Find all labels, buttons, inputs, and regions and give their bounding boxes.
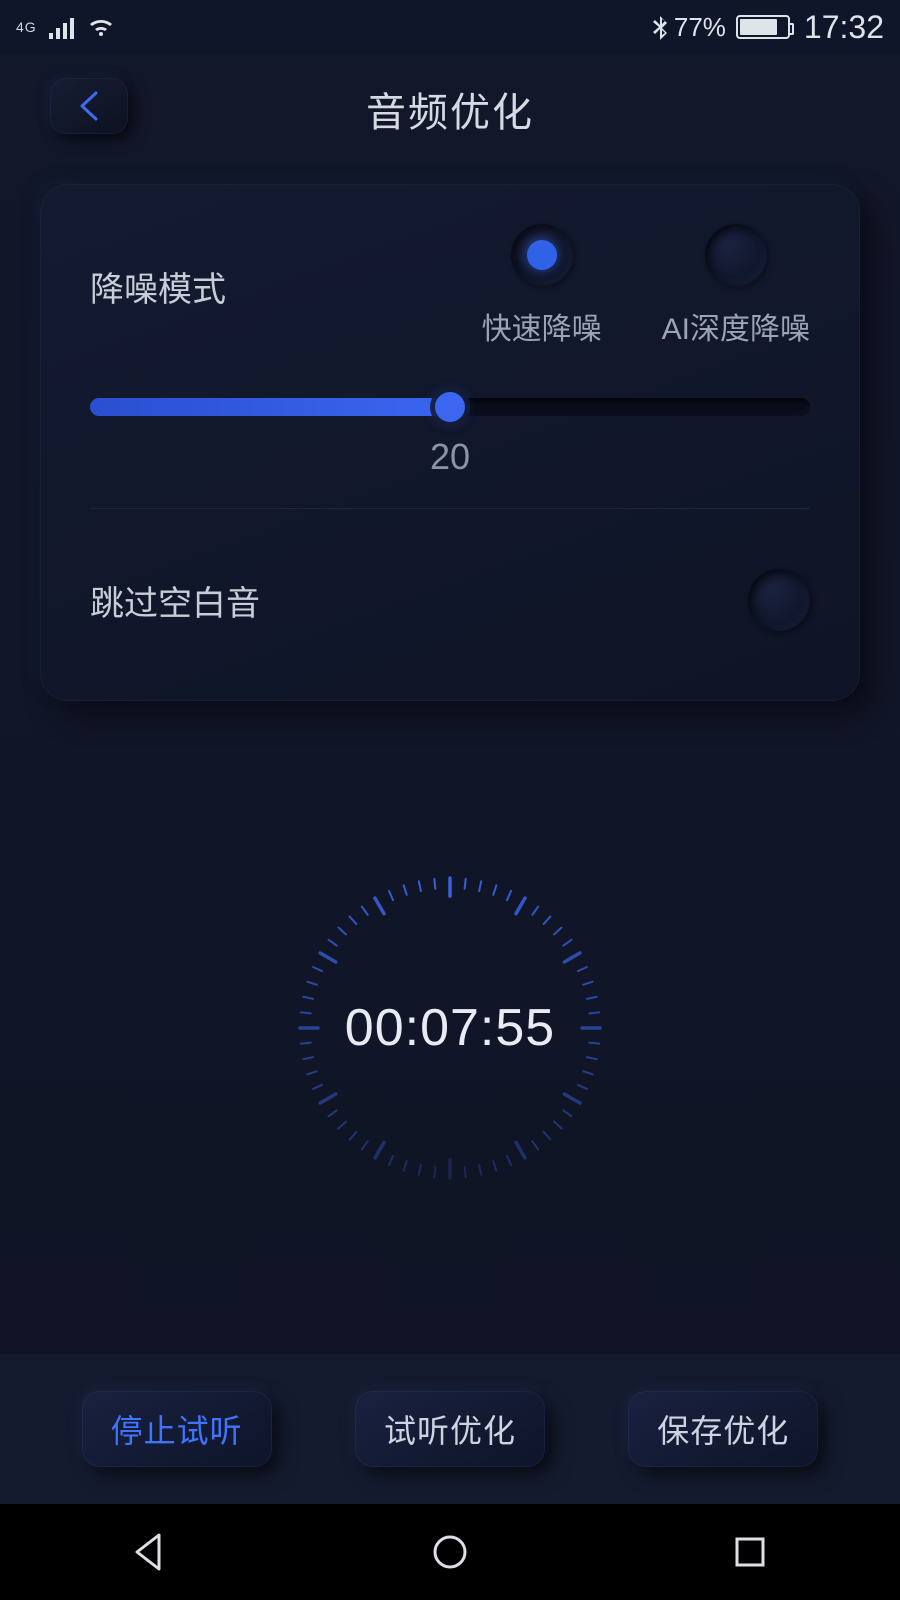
radio-fast-denoise[interactable]: 快速降噪 (482, 224, 602, 348)
battery-icon (736, 15, 790, 39)
android-nav-bar (0, 1504, 900, 1600)
signal-icon (49, 15, 74, 39)
bluetooth-icon (652, 14, 668, 40)
save-optimize-label: 保存优化 (657, 1406, 789, 1452)
stop-preview-button[interactable]: 停止试听 (82, 1391, 272, 1467)
wifi-icon (86, 15, 116, 39)
header: 音频优化 (0, 54, 900, 164)
radio-ai-label: AI深度降噪 (662, 304, 810, 348)
timer-display: 00:07:55 (345, 998, 555, 1058)
back-button[interactable] (50, 78, 128, 134)
stop-preview-label: 停止试听 (111, 1406, 243, 1452)
skip-silence-label: 跳过空白音 (90, 576, 260, 625)
clock-time: 17:32 (804, 9, 884, 46)
nav-back-button[interactable] (129, 1531, 171, 1573)
timer-zone: 00:07:55 (0, 701, 900, 1354)
settings-card: 降噪模式 快速降噪 AI深度降噪 20 跳过空白音 (40, 184, 860, 701)
page-title: 音频优化 (366, 80, 534, 138)
skip-silence-toggle[interactable] (748, 569, 810, 631)
network-type: 4G (16, 20, 37, 34)
radio-ai-denoise[interactable]: AI深度降噪 (662, 224, 810, 348)
timer-dial: 00:07:55 (270, 848, 630, 1208)
noise-slider[interactable] (90, 398, 810, 416)
radio-fast-label: 快速降噪 (482, 304, 602, 348)
status-bar: 4G 77% 17:32 (0, 0, 900, 54)
slider-thumb[interactable] (435, 392, 465, 422)
preview-optimize-button[interactable]: 试听优化 (355, 1391, 545, 1467)
save-optimize-button[interactable]: 保存优化 (628, 1391, 818, 1467)
button-bar: 停止试听 试听优化 保存优化 (0, 1354, 900, 1504)
nav-home-button[interactable] (429, 1531, 471, 1573)
chevron-left-icon (76, 91, 102, 121)
noise-mode-label: 降噪模式 (90, 262, 226, 311)
battery-percentage: 77% (674, 12, 726, 43)
nav-recent-button[interactable] (729, 1531, 771, 1573)
slider-value: 20 (90, 436, 810, 478)
preview-optimize-label: 试听优化 (384, 1406, 516, 1452)
